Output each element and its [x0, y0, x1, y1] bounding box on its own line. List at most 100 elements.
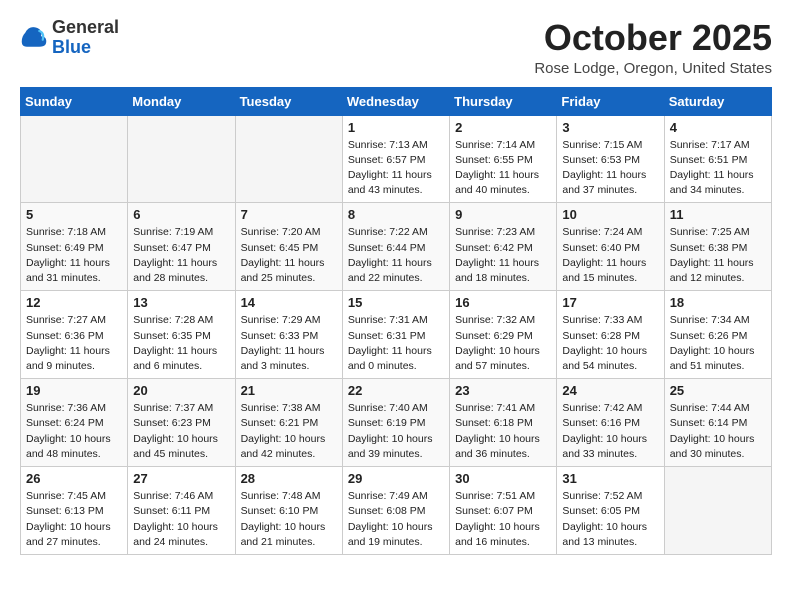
day-number: 26 [26, 471, 122, 486]
day-number: 12 [26, 295, 122, 310]
calendar-table: SundayMondayTuesdayWednesdayThursdayFrid… [20, 87, 772, 555]
calendar-cell: 16 Sunrise: 7:32 AMSunset: 6:29 PMDayligh… [450, 291, 557, 379]
day-detail: Sunrise: 7:14 AMSunset: 6:55 PMDaylight:… [455, 138, 551, 199]
day-number: 25 [670, 383, 766, 398]
calendar-week-row: 1 Sunrise: 7:13 AMSunset: 6:57 PMDaylight… [21, 115, 772, 203]
day-detail: Sunrise: 7:37 AMSunset: 6:23 PMDaylight:… [133, 401, 229, 462]
day-detail: Sunrise: 7:22 AMSunset: 6:44 PMDaylight:… [348, 225, 444, 286]
logo-text: General Blue [52, 18, 119, 58]
day-detail: Sunrise: 7:19 AMSunset: 6:47 PMDaylight:… [133, 225, 229, 286]
day-number: 2 [455, 120, 551, 135]
day-detail: Sunrise: 7:18 AMSunset: 6:49 PMDaylight:… [26, 225, 122, 286]
calendar-cell: 6 Sunrise: 7:19 AMSunset: 6:47 PMDaylight… [128, 203, 235, 291]
day-detail: Sunrise: 7:52 AMSunset: 6:05 PMDaylight:… [562, 489, 658, 550]
day-detail: Sunrise: 7:25 AMSunset: 6:38 PMDaylight:… [670, 225, 766, 286]
day-detail: Sunrise: 7:44 AMSunset: 6:14 PMDaylight:… [670, 401, 766, 462]
calendar-cell: 22 Sunrise: 7:40 AMSunset: 6:19 PMDayligh… [342, 379, 449, 467]
weekday-header: Saturday [664, 87, 771, 115]
day-detail: Sunrise: 7:49 AMSunset: 6:08 PMDaylight:… [348, 489, 444, 550]
day-number: 19 [26, 383, 122, 398]
logo-blue: Blue [52, 37, 91, 57]
day-number: 9 [455, 207, 551, 222]
calendar-week-row: 26 Sunrise: 7:45 AMSunset: 6:13 PMDayligh… [21, 467, 772, 555]
day-number: 7 [241, 207, 337, 222]
day-detail: Sunrise: 7:31 AMSunset: 6:31 PMDaylight:… [348, 313, 444, 374]
calendar-cell [21, 115, 128, 203]
day-number: 6 [133, 207, 229, 222]
calendar-cell: 11 Sunrise: 7:25 AMSunset: 6:38 PMDayligh… [664, 203, 771, 291]
calendar-week-row: 19 Sunrise: 7:36 AMSunset: 6:24 PMDayligh… [21, 379, 772, 467]
calendar-cell: 7 Sunrise: 7:20 AMSunset: 6:45 PMDaylight… [235, 203, 342, 291]
day-detail: Sunrise: 7:45 AMSunset: 6:13 PMDaylight:… [26, 489, 122, 550]
weekday-header-row: SundayMondayTuesdayWednesdayThursdayFrid… [21, 87, 772, 115]
day-detail: Sunrise: 7:42 AMSunset: 6:16 PMDaylight:… [562, 401, 658, 462]
calendar-cell: 9Sunrise: 7:23 AMSunset: 6:42 PMDaylight… [450, 203, 557, 291]
day-number: 17 [562, 295, 658, 310]
month-title: October 2025 [534, 18, 772, 58]
header: General Blue October 2025 Rose Lodge, Or… [20, 18, 772, 77]
calendar-cell: 12Sunrise: 7:27 AMSunset: 6:36 PMDayligh… [21, 291, 128, 379]
calendar-cell: 19 Sunrise: 7:36 AMSunset: 6:24 PMDayligh… [21, 379, 128, 467]
calendar-cell: 20 Sunrise: 7:37 AMSunset: 6:23 PMDayligh… [128, 379, 235, 467]
day-number: 30 [455, 471, 551, 486]
day-number: 8 [348, 207, 444, 222]
day-detail: Sunrise: 7:13 AMSunset: 6:57 PMDaylight:… [348, 138, 444, 199]
day-number: 31 [562, 471, 658, 486]
calendar-cell: 5Sunrise: 7:18 AMSunset: 6:49 PMDaylight… [21, 203, 128, 291]
calendar-cell: 2 Sunrise: 7:14 AMSunset: 6:55 PMDaylight… [450, 115, 557, 203]
weekday-header: Friday [557, 87, 664, 115]
calendar-cell: 29Sunrise: 7:49 AMSunset: 6:08 PMDayligh… [342, 467, 449, 555]
day-detail: Sunrise: 7:46 AMSunset: 6:11 PMDaylight:… [133, 489, 229, 550]
calendar-cell: 8 Sunrise: 7:22 AMSunset: 6:44 PMDaylight… [342, 203, 449, 291]
calendar-cell: 13 Sunrise: 7:28 AMSunset: 6:35 PMDayligh… [128, 291, 235, 379]
day-number: 24 [562, 383, 658, 398]
calendar-cell: 28 Sunrise: 7:48 AMSunset: 6:10 PMDayligh… [235, 467, 342, 555]
day-detail: Sunrise: 7:15 AMSunset: 6:53 PMDaylight:… [562, 138, 658, 199]
day-number: 13 [133, 295, 229, 310]
calendar-page: General Blue October 2025 Rose Lodge, Or… [0, 0, 792, 573]
day-number: 10 [562, 207, 658, 222]
day-number: 28 [241, 471, 337, 486]
logo-general: General [52, 17, 119, 37]
day-detail: Sunrise: 7:28 AMSunset: 6:35 PMDaylight:… [133, 313, 229, 374]
calendar-week-row: 12Sunrise: 7:27 AMSunset: 6:36 PMDayligh… [21, 291, 772, 379]
title-block: October 2025 Rose Lodge, Oregon, United … [534, 18, 772, 77]
day-number: 27 [133, 471, 229, 486]
calendar-cell: 25 Sunrise: 7:44 AMSunset: 6:14 PMDayligh… [664, 379, 771, 467]
day-detail: Sunrise: 7:40 AMSunset: 6:19 PMDaylight:… [348, 401, 444, 462]
day-detail: Sunrise: 7:36 AMSunset: 6:24 PMDaylight:… [26, 401, 122, 462]
day-number: 14 [241, 295, 337, 310]
day-number: 11 [670, 207, 766, 222]
day-number: 18 [670, 295, 766, 310]
logo: General Blue [20, 18, 119, 58]
weekday-header: Monday [128, 87, 235, 115]
day-number: 22 [348, 383, 444, 398]
calendar-cell: 26 Sunrise: 7:45 AMSunset: 6:13 PMDayligh… [21, 467, 128, 555]
calendar-week-row: 5Sunrise: 7:18 AMSunset: 6:49 PMDaylight… [21, 203, 772, 291]
calendar-cell: 30 Sunrise: 7:51 AMSunset: 6:07 PMDayligh… [450, 467, 557, 555]
calendar-cell: 17 Sunrise: 7:33 AMSunset: 6:28 PMDayligh… [557, 291, 664, 379]
day-number: 23 [455, 383, 551, 398]
weekday-header: Wednesday [342, 87, 449, 115]
day-number: 20 [133, 383, 229, 398]
day-number: 16 [455, 295, 551, 310]
calendar-cell: 1 Sunrise: 7:13 AMSunset: 6:57 PMDaylight… [342, 115, 449, 203]
day-detail: Sunrise: 7:48 AMSunset: 6:10 PMDaylight:… [241, 489, 337, 550]
day-detail: Sunrise: 7:33 AMSunset: 6:28 PMDaylight:… [562, 313, 658, 374]
day-detail: Sunrise: 7:34 AMSunset: 6:26 PMDaylight:… [670, 313, 766, 374]
weekday-header: Tuesday [235, 87, 342, 115]
logo-icon [20, 24, 48, 52]
day-number: 3 [562, 120, 658, 135]
day-detail: Sunrise: 7:41 AMSunset: 6:18 PMDaylight:… [455, 401, 551, 462]
day-detail: Sunrise: 7:51 AMSunset: 6:07 PMDaylight:… [455, 489, 551, 550]
calendar-cell [664, 467, 771, 555]
day-detail: Sunrise: 7:20 AMSunset: 6:45 PMDaylight:… [241, 225, 337, 286]
day-detail: Sunrise: 7:32 AMSunset: 6:29 PMDaylight:… [455, 313, 551, 374]
calendar-cell [235, 115, 342, 203]
calendar-cell: 15 Sunrise: 7:31 AMSunset: 6:31 PMDayligh… [342, 291, 449, 379]
day-number: 1 [348, 120, 444, 135]
day-number: 15 [348, 295, 444, 310]
day-detail: Sunrise: 7:24 AMSunset: 6:40 PMDaylight:… [562, 225, 658, 286]
calendar-cell [128, 115, 235, 203]
day-detail: Sunrise: 7:29 AMSunset: 6:33 PMDaylight:… [241, 313, 337, 374]
